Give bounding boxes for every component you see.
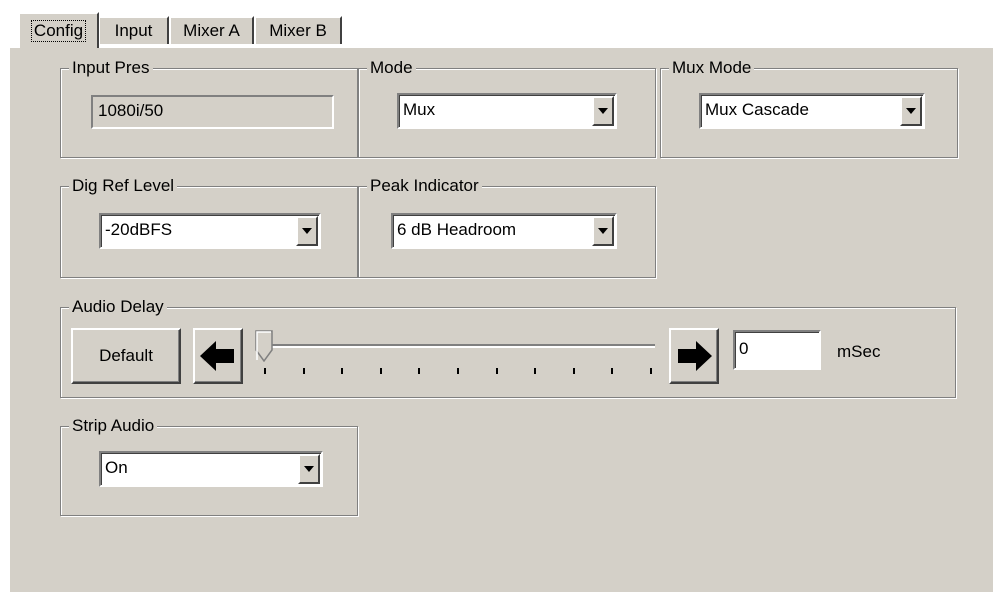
input-pres-label: Input Pres [69, 57, 153, 79]
tab-config[interactable]: Config [18, 12, 99, 48]
mode-select[interactable]: Mux [397, 93, 617, 129]
slider-thumb[interactable] [255, 330, 273, 363]
default-button-label: Default [99, 346, 153, 365]
mux-mode-select[interactable]: Mux Cascade [699, 93, 925, 129]
tab-mixer-a-label: Mixer A [183, 21, 240, 40]
slider-tick [341, 368, 344, 374]
increase-delay-button[interactable] [669, 328, 719, 384]
delay-unit-label: mSec [837, 342, 881, 361]
dig-ref-level-select-value: -20dBFS [105, 220, 173, 239]
delay-slider[interactable] [251, 326, 661, 390]
tab-input[interactable]: Input [98, 16, 169, 44]
chevron-down-icon[interactable] [592, 216, 614, 246]
delay-value-input[interactable]: 0 [733, 330, 821, 370]
chevron-down-icon[interactable] [298, 454, 320, 484]
strip-audio-group: Strip Audio On [60, 415, 358, 516]
slider-tick [611, 368, 614, 374]
slider-track [261, 344, 655, 348]
slider-tick [650, 368, 652, 374]
peak-indicator-group: Peak Indicator 6 dB Headroom [358, 175, 656, 278]
tab-mixer-b-label: Mixer B [269, 21, 327, 40]
slider-tick [534, 368, 537, 374]
tab-mixer-a[interactable]: Mixer A [169, 16, 254, 44]
input-pres-group: Input Pres 1080i/50 [60, 57, 358, 158]
dig-ref-level-label: Dig Ref Level [69, 175, 178, 197]
dig-ref-level-group: Dig Ref Level -20dBFS [60, 175, 358, 278]
tab-config-label: Config [30, 20, 87, 42]
mode-group: Mode Mux [358, 57, 656, 158]
mux-mode-label: Mux Mode [669, 57, 755, 79]
mux-mode-group: Mux Mode Mux Cascade [660, 57, 958, 158]
slider-tick [264, 368, 266, 374]
slider-tick [302, 368, 305, 374]
peak-indicator-select-value: 6 dB Headroom [397, 220, 517, 239]
peak-indicator-select[interactable]: 6 dB Headroom [391, 213, 617, 249]
slider-tick [495, 368, 498, 374]
tab-input-label: Input [114, 21, 153, 40]
arrow-left-icon [200, 341, 234, 371]
slider-tick [572, 368, 575, 374]
mode-select-value: Mux [403, 100, 436, 119]
input-pres-field: 1080i/50 [91, 95, 334, 129]
default-button[interactable]: Default [71, 328, 181, 384]
dig-ref-level-select[interactable]: -20dBFS [99, 213, 321, 249]
strip-audio-label: Strip Audio [69, 415, 158, 437]
strip-audio-select[interactable]: On [99, 451, 323, 487]
chevron-down-icon[interactable] [592, 96, 614, 126]
arrow-right-icon [678, 341, 712, 371]
mode-label: Mode [367, 57, 416, 79]
slider-tick [379, 368, 382, 374]
audio-delay-group: Audio Delay Default 0 mSec [60, 296, 956, 398]
mux-mode-select-value: Mux Cascade [705, 100, 809, 119]
chevron-down-icon[interactable] [900, 96, 922, 126]
peak-indicator-label: Peak Indicator [367, 175, 482, 197]
slider-tick [457, 368, 459, 374]
decrease-delay-button[interactable] [193, 328, 243, 384]
audio-delay-label: Audio Delay [69, 296, 167, 318]
slider-tick [418, 368, 421, 374]
tab-mixer-b[interactable]: Mixer B [254, 16, 342, 44]
strip-audio-select-value: On [105, 458, 128, 477]
chevron-down-icon[interactable] [296, 216, 318, 246]
